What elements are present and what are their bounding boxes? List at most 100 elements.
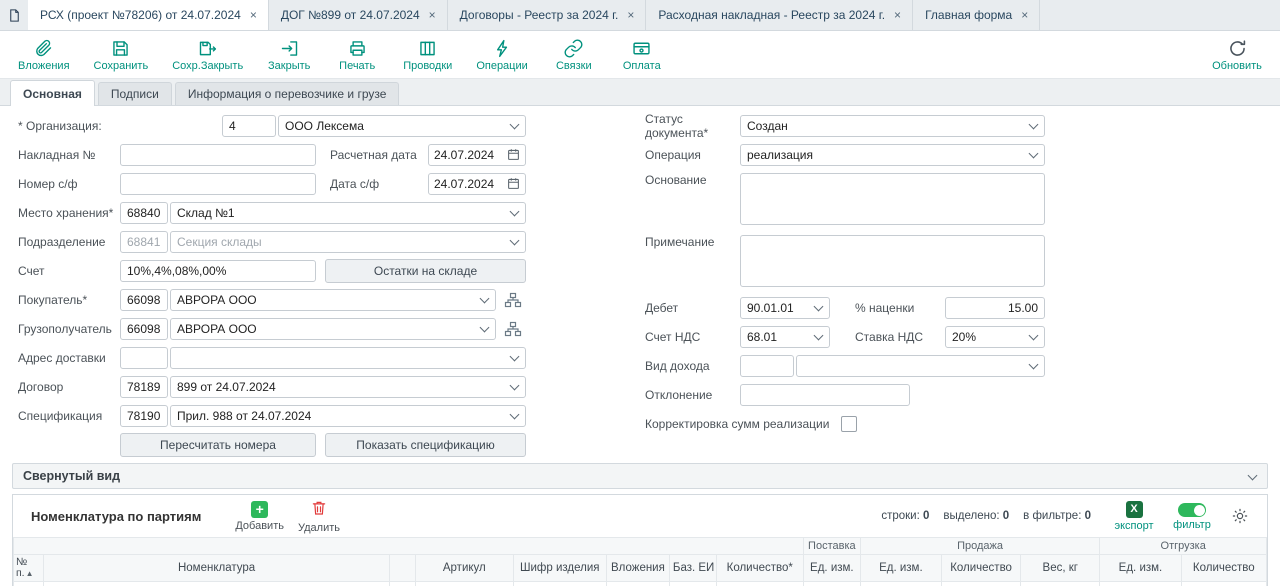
markup-input[interactable] <box>945 297 1045 319</box>
recalc-numbers-button[interactable]: Пересчитать номера <box>120 433 316 457</box>
sf-number-input[interactable] <box>120 173 316 195</box>
note-textarea[interactable] <box>740 235 1045 287</box>
column-header-12[interactable]: Вес, кг <box>1021 555 1100 582</box>
tab-bar: РСХ (проект №78206) от 24.07.2024×ДОГ №8… <box>0 0 1280 31</box>
calc-date-field[interactable] <box>428 144 526 166</box>
toolbar-button-operations[interactable]: Операции <box>476 37 527 72</box>
specification-code-input[interactable] <box>120 405 168 427</box>
column-header-9[interactable]: Ед. изм. <box>803 555 860 582</box>
tab-close-icon[interactable]: × <box>894 8 901 22</box>
column-header-4[interactable]: Артикул <box>416 555 513 582</box>
window-tab-4[interactable]: Расходная накладная - Реестр за 2024 г. × <box>646 0 913 30</box>
field-row-income-type: Вид дохода <box>645 351 1045 380</box>
consignee-hierarchy-icon[interactable] <box>500 317 526 341</box>
tab-close-icon[interactable]: × <box>1021 8 1028 22</box>
storage-code-input[interactable] <box>120 202 168 224</box>
income-type-code-input[interactable] <box>740 355 794 377</box>
window-tab-3[interactable]: Договоры - Реестр за 2024 г.× <box>448 0 647 30</box>
show-specification-button[interactable]: Показать спецификацию <box>325 433 526 457</box>
invoice-number-input[interactable] <box>120 144 316 166</box>
contract-value: 899 от 24.07.2024 <box>177 380 504 394</box>
collapsed-view-bar[interactable]: Свернутый вид <box>12 463 1268 489</box>
window-tab-2[interactable]: ДОГ №899 от 24.07.2024× <box>269 0 448 30</box>
column-header-13[interactable]: Ед. изм. <box>1100 555 1181 582</box>
chevron-down-icon <box>1029 121 1038 130</box>
account-input[interactable] <box>120 260 316 282</box>
column-header-11[interactable]: Количество <box>941 555 1020 582</box>
organization-select[interactable]: ООО Лексема <box>278 115 526 137</box>
contract-code-input[interactable] <box>120 376 168 398</box>
column-header-2[interactable]: Номенклатура <box>44 555 389 582</box>
sort-asc-icon[interactable]: ▲ <box>26 569 34 578</box>
tab-close-icon[interactable]: × <box>429 8 436 22</box>
toolbar-button-payment[interactable]: Оплата <box>620 37 664 72</box>
specification-select[interactable]: Прил. 988 от 24.07.2024 <box>170 405 526 427</box>
column-header-3[interactable] <box>389 555 415 582</box>
calendar-icon[interactable] <box>507 177 520 190</box>
tab-close-icon[interactable]: × <box>627 8 634 22</box>
stock-remainder-button[interactable]: Остатки на складе <box>325 259 526 283</box>
debit-value: 90.01.01 <box>747 301 808 315</box>
add-row-button[interactable]: + Добавить <box>235 501 284 532</box>
field-row-division: Подразделение Секция склады <box>18 227 526 256</box>
toolbar-button-attachments[interactable]: Вложения <box>18 37 70 72</box>
basis-textarea[interactable] <box>740 173 1045 225</box>
delivery-address-select[interactable] <box>170 347 526 369</box>
window-tab-5[interactable]: Главная форма× <box>913 0 1040 30</box>
column-header-7[interactable]: Баз. ЕИ <box>669 555 716 582</box>
toolbar-button-close[interactable]: Закрыть <box>267 37 311 72</box>
toolbar-button-refresh[interactable]: Обновить <box>1212 37 1262 72</box>
buyer-code-input[interactable] <box>120 289 168 311</box>
calendar-icon[interactable] <box>507 148 520 161</box>
debit-select[interactable]: 90.01.01 <box>740 297 830 319</box>
operation-select[interactable]: реализация <box>740 144 1045 166</box>
filter-toggle[interactable]: фильтр <box>1169 501 1215 531</box>
toolbar-button-links[interactable]: Связки <box>552 37 596 72</box>
vat-account-select[interactable]: 68.01 <box>740 326 830 348</box>
income-type-select[interactable] <box>796 355 1045 377</box>
export-button[interactable]: X экспорт <box>1111 501 1157 532</box>
consignee-code-input[interactable] <box>120 318 168 340</box>
toolbar-button-print[interactable]: Печать <box>335 37 379 72</box>
tab-label: Расходная накладная - Реестр за 2024 г. <box>658 8 885 22</box>
field-row-organization: * Организация: ООО Лексема <box>18 111 526 140</box>
toolbar-button-save-close[interactable]: Сохр.Закрыть <box>172 37 243 72</box>
vat-rate-select[interactable]: 20% <box>945 326 1045 348</box>
tab-close-icon[interactable]: × <box>250 8 257 22</box>
division-code-input[interactable] <box>120 231 168 253</box>
delivery-address-code-input[interactable] <box>120 347 168 369</box>
buyer-select[interactable]: АВРОРА ООО <box>170 289 496 311</box>
field-row-note: Примечание <box>645 231 1045 293</box>
division-value: Секция склады <box>177 235 504 249</box>
consignee-select[interactable]: АВРОРА ООО <box>170 318 496 340</box>
form-tab-3[interactable]: Информация о перевозчике и грузе <box>175 82 400 105</box>
calc-date-input[interactable] <box>434 148 507 162</box>
window-tab-1[interactable]: РСХ (проект №78206) от 24.07.2024× <box>28 0 269 30</box>
column-header-10[interactable]: Ед. изм. <box>860 555 941 582</box>
field-row-vat: Счет НДС 68.01 Ставка НДС 20% <box>645 322 1045 351</box>
form-tab-2[interactable]: Подписи <box>98 82 172 105</box>
column-header-14[interactable]: Количество <box>1181 555 1266 582</box>
gear-icon[interactable] <box>1231 507 1249 525</box>
chevron-down-icon <box>510 237 519 246</box>
form-tab-1[interactable]: Основная <box>10 80 95 106</box>
column-header-6[interactable]: Вложения <box>606 555 669 582</box>
toolbar-button-save[interactable]: Сохранить <box>94 37 149 72</box>
status-select[interactable]: Создан <box>740 115 1045 137</box>
column-header-5[interactable]: Шифр изделия <box>513 555 606 582</box>
buyer-hierarchy-icon[interactable] <box>500 288 526 312</box>
deviation-label: Отклонение <box>645 388 740 402</box>
storage-select[interactable]: Склад №1 <box>170 202 526 224</box>
toolbar-button-postings[interactable]: Проводки <box>403 37 452 72</box>
deviation-input[interactable] <box>740 384 910 406</box>
contract-select[interactable]: 899 от 24.07.2024 <box>170 376 526 398</box>
filter-cell-13 <box>1100 582 1181 586</box>
column-header-8[interactable]: Количество* <box>716 555 803 582</box>
sf-date-field[interactable] <box>428 173 526 195</box>
column-header-1[interactable]: № п.▲ <box>14 555 44 582</box>
division-select[interactable]: Секция склады <box>170 231 526 253</box>
correction-checkbox[interactable] <box>841 416 857 432</box>
organization-code-input[interactable] <box>222 115 276 137</box>
sf-date-input[interactable] <box>434 177 507 191</box>
delete-row-button[interactable]: Удалить <box>296 499 342 534</box>
